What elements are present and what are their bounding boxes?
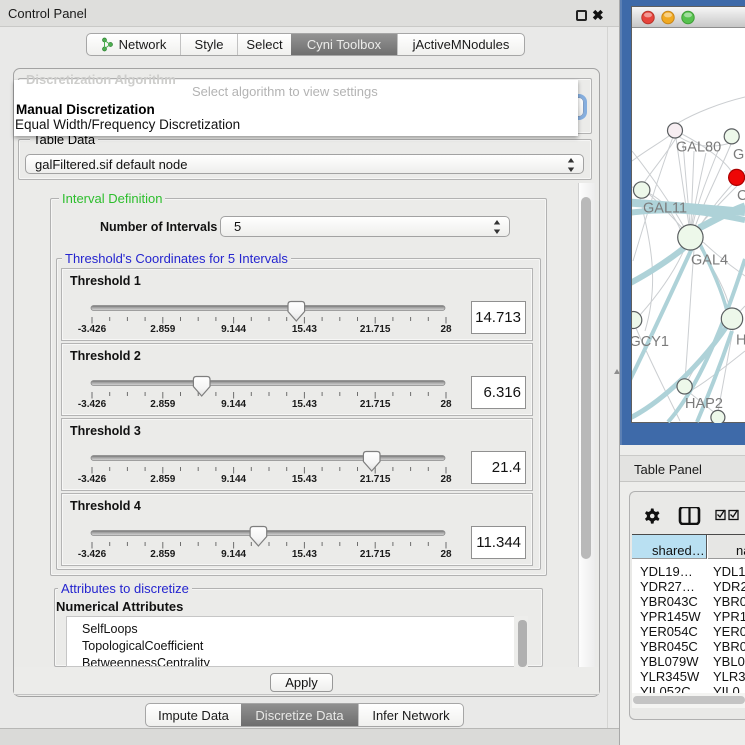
svg-text:GCY1: GCY1 [632, 334, 669, 350]
svg-text:GAL11: GAL11 [643, 201, 687, 217]
svg-text:GAL80: GAL80 [676, 140, 721, 156]
svg-text:C: C [737, 188, 745, 204]
svg-text:HAP2: HAP2 [685, 396, 723, 412]
svg-text:H: H [736, 333, 745, 349]
svg-text:GAL4: GAL4 [691, 253, 728, 269]
svg-text:G.: G. [733, 147, 745, 163]
